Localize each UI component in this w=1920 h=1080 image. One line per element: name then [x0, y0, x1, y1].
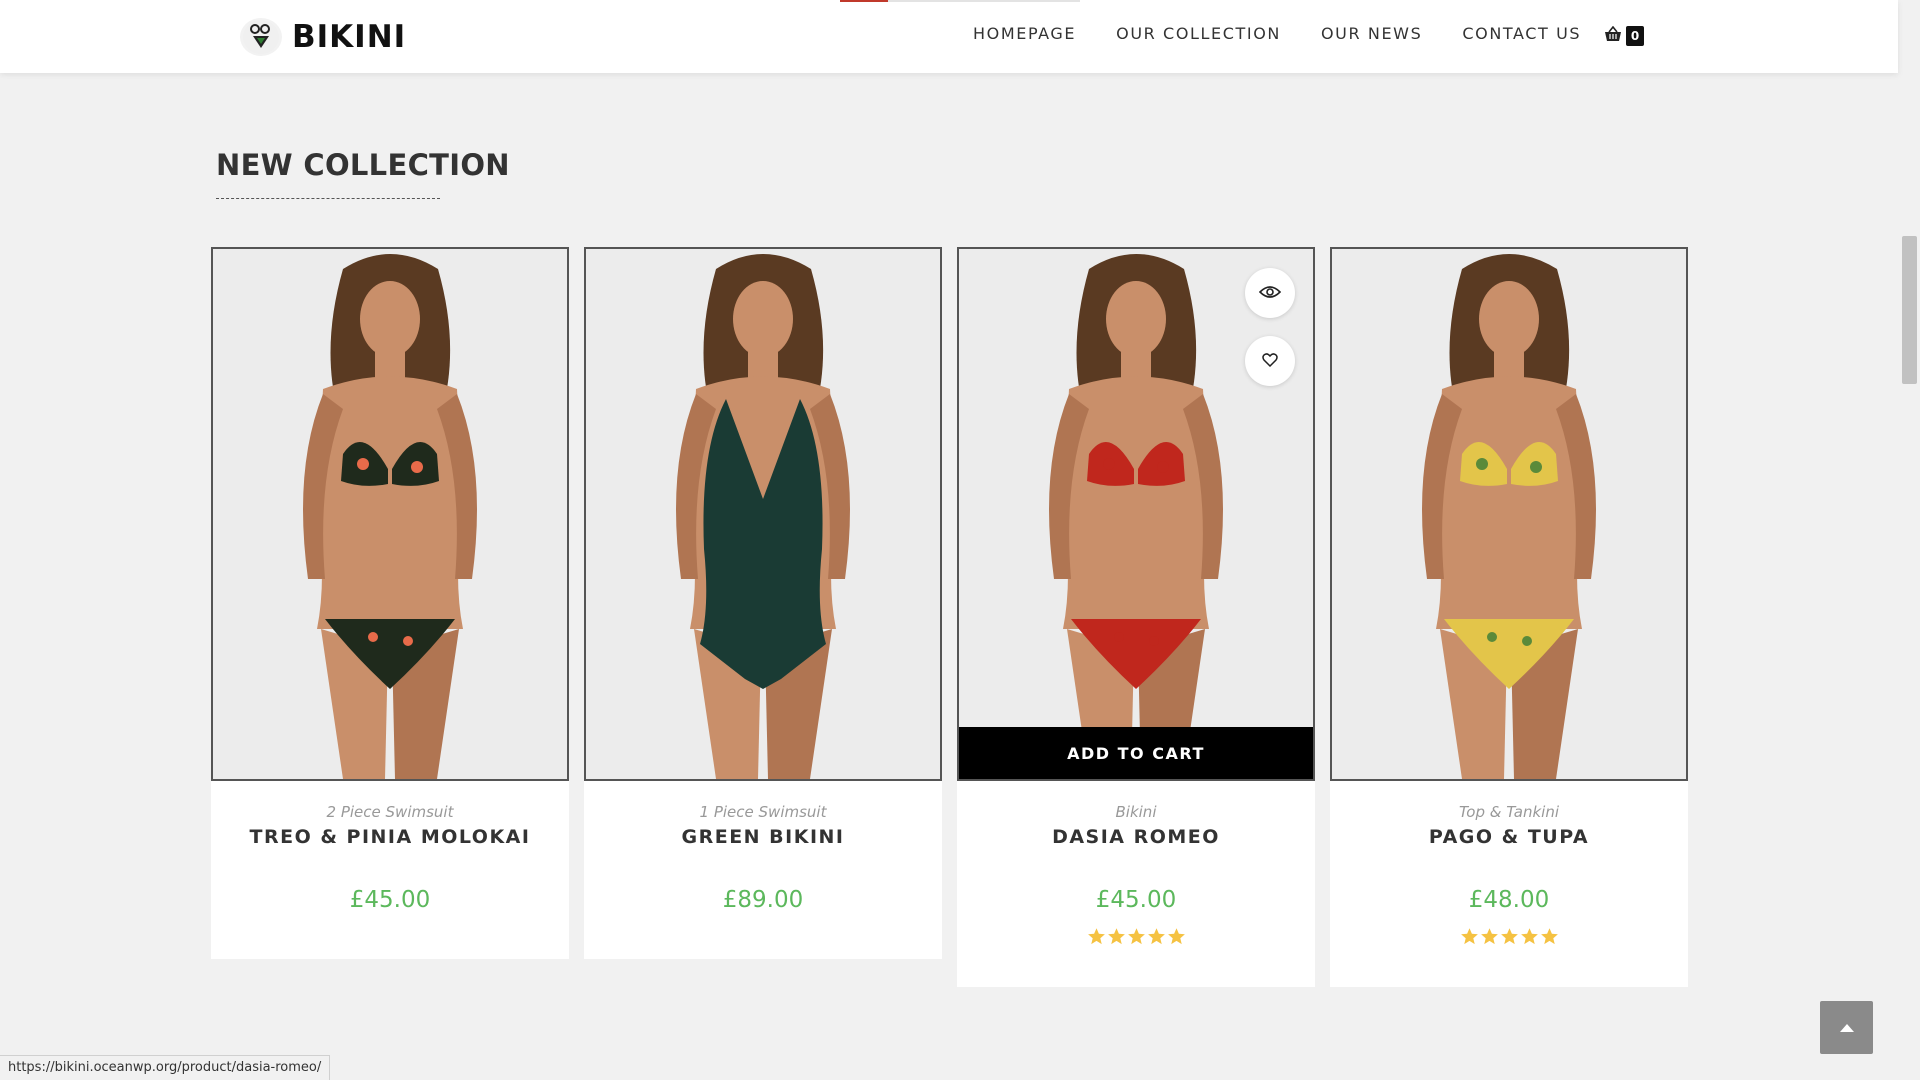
product-photo — [213, 249, 567, 779]
product-photo — [586, 249, 940, 779]
cart-button[interactable]: 0 — [1604, 25, 1644, 46]
star-icon — [1167, 928, 1185, 945]
product-photo — [1332, 249, 1686, 779]
chevron-up-icon — [1839, 1018, 1855, 1037]
nav-our-news[interactable]: OUR NEWS — [1321, 24, 1422, 43]
product-category[interactable]: 1 Piece Swimsuit — [584, 803, 942, 823]
star-rating — [1330, 927, 1688, 949]
quick-view-button[interactable] — [1245, 268, 1295, 318]
link-status-bar: https://bikini.oceanwp.org/product/dasia… — [0, 1055, 331, 1080]
product-name[interactable]: TREO & PINIA MOLOKAI — [211, 826, 569, 848]
logo-icon — [240, 18, 282, 56]
section-title: NEW COLLECTION — [216, 148, 510, 182]
title-underline — [216, 198, 440, 199]
star-icon — [1087, 928, 1105, 945]
star-rating — [957, 927, 1315, 949]
back-to-top-button[interactable] — [1820, 1001, 1873, 1054]
cart-count-badge: 0 — [1626, 26, 1644, 46]
add-to-cart-button[interactable]: ADD TO CART — [959, 727, 1313, 779]
product-info: 2 Piece Swimsuit TREO & PINIA MOLOKAI £4… — [211, 781, 569, 959]
star-icon — [1127, 928, 1145, 945]
product-price: £48.00 — [1468, 887, 1550, 913]
star-icon — [1500, 928, 1518, 945]
basket-icon — [1604, 25, 1622, 46]
main-nav: HOMEPAGE OUR COLLECTION OUR NEWS CONTACT… — [973, 24, 1621, 43]
product-card-hovered[interactable]: ADD TO CART Bikini DASIA ROMEO £45.00 — [957, 247, 1315, 987]
product-card[interactable]: 2 Piece Swimsuit TREO & PINIA MOLOKAI £4… — [211, 247, 569, 959]
product-price: £45.00 — [349, 887, 431, 913]
product-photo — [959, 249, 1313, 779]
eye-icon — [1258, 284, 1282, 303]
product-name[interactable]: PAGO & TUPA — [1330, 826, 1688, 848]
star-icon — [1480, 928, 1498, 945]
product-card[interactable]: 1 Piece Swimsuit GREEN BIKINI £89.00 — [584, 247, 942, 959]
nav-homepage[interactable]: HOMEPAGE — [973, 24, 1076, 43]
star-icon — [1460, 928, 1478, 945]
product-info: Bikini DASIA ROMEO £45.00 — [957, 781, 1315, 987]
star-icon — [1107, 928, 1125, 945]
site-header: BIKINI HOMEPAGE OUR COLLECTION OUR NEWS … — [0, 0, 1898, 73]
product-image[interactable] — [1330, 247, 1688, 781]
product-category[interactable]: Bikini — [957, 803, 1315, 823]
page-loading-progress — [840, 0, 888, 2]
product-card[interactable]: Top & Tankini PAGO & TUPA £48.00 — [1330, 247, 1688, 987]
product-info: 1 Piece Swimsuit GREEN BIKINI £89.00 — [584, 781, 942, 959]
star-icon — [1520, 928, 1538, 945]
star-icon — [1540, 928, 1558, 945]
wishlist-button[interactable] — [1245, 336, 1295, 386]
product-name[interactable]: DASIA ROMEO — [957, 826, 1315, 848]
scrollbar-thumb[interactable] — [1902, 236, 1917, 384]
star-icon — [1147, 928, 1165, 945]
product-price: £89.00 — [722, 887, 804, 913]
product-image[interactable] — [211, 247, 569, 781]
nav-our-collection[interactable]: OUR COLLECTION — [1116, 24, 1281, 43]
product-price: £45.00 — [1095, 887, 1177, 913]
product-category[interactable]: Top & Tankini — [1330, 803, 1688, 823]
site-logo[interactable]: BIKINI — [240, 18, 406, 56]
product-name[interactable]: GREEN BIKINI — [584, 826, 942, 848]
product-info: Top & Tankini PAGO & TUPA £48.00 — [1330, 781, 1688, 987]
product-image[interactable]: ADD TO CART — [957, 247, 1315, 781]
heart-icon — [1262, 352, 1278, 371]
product-category[interactable]: 2 Piece Swimsuit — [211, 803, 569, 823]
logo-text: BIKINI — [292, 19, 407, 55]
product-image[interactable] — [584, 247, 942, 781]
page-loading-bar — [840, 0, 1080, 2]
nav-contact-us[interactable]: CONTACT US — [1462, 24, 1581, 43]
page-scrollbar[interactable] — [1898, 0, 1920, 1080]
